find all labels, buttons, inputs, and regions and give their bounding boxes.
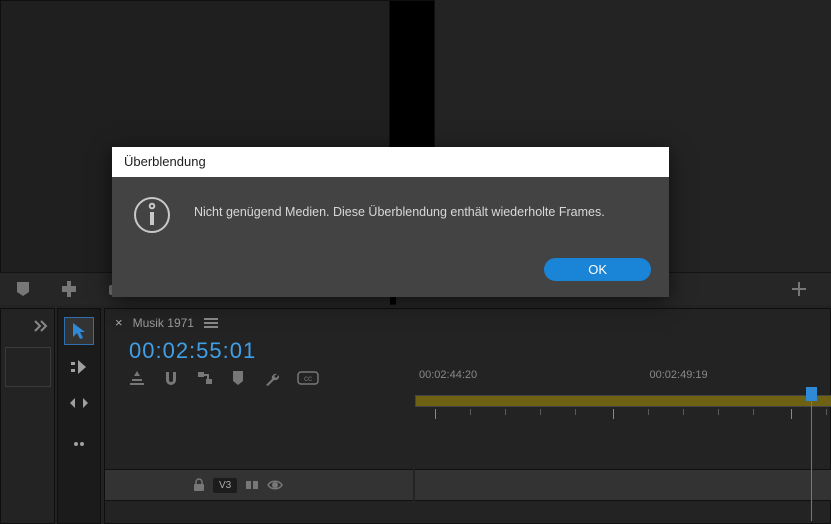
work-area-bar[interactable] (415, 395, 831, 407)
sync-lock-icon[interactable] (245, 479, 259, 491)
playhead-handle[interactable] (806, 387, 817, 401)
ok-button[interactable]: OK (544, 258, 651, 281)
lock-icon[interactable] (193, 478, 205, 492)
dialog-title: Überblendung (112, 147, 669, 177)
ruler-ticks (415, 409, 831, 425)
marker-icon[interactable] (14, 280, 32, 298)
timeline-panel: × Musik 1971 00:02:55:01 cc V3 00:02:44:… (104, 308, 831, 524)
track-header-v3[interactable]: V3 (105, 469, 413, 501)
nest-icon[interactable] (129, 370, 145, 386)
toggle-track-output-icon[interactable] (267, 479, 283, 491)
razor-tool[interactable] (64, 425, 94, 453)
sequence-tab[interactable]: × Musik 1971 (105, 309, 830, 336)
track-select-tool[interactable] (64, 353, 94, 381)
svg-text:cc: cc (304, 374, 312, 383)
settings-icon[interactable] (263, 370, 279, 386)
transition-warning-dialog: Überblendung Nicht genügend Medien. Dies… (112, 147, 669, 297)
track-lane-v3[interactable] (415, 469, 831, 501)
linked-selection-icon[interactable] (197, 370, 213, 386)
close-icon[interactable]: × (115, 315, 123, 330)
ruler-label: 00:02:49:19 (650, 369, 708, 381)
timecode-display[interactable]: 00:02:55:01 (105, 336, 830, 368)
project-panel-strip (0, 308, 55, 524)
lower-workspace: × Musik 1971 00:02:55:01 cc V3 00:02:44:… (0, 308, 831, 524)
track-name-badge: V3 (213, 478, 237, 493)
panel-menu-icon[interactable] (204, 317, 218, 329)
info-icon (132, 195, 172, 238)
tools-panel (57, 308, 101, 524)
selection-tool[interactable] (64, 317, 94, 345)
snap-icon[interactable] (163, 370, 179, 386)
insert-icon[interactable] (60, 281, 80, 297)
dialog-message: Nicht genügend Medien. Diese Überblendun… (194, 195, 605, 219)
add-marker-small-icon[interactable] (231, 370, 245, 386)
button-editor-plus-icon[interactable] (791, 281, 807, 297)
panel-thumbnail (5, 347, 51, 387)
ruler-label: 00:02:44:20 (419, 369, 477, 381)
ripple-edit-tool[interactable] (64, 389, 94, 417)
timeline-ruler[interactable]: 00:02:44:20 00:02:49:19 00:02:54:1 (415, 369, 831, 501)
captions-icon[interactable]: cc (297, 371, 319, 385)
playhead[interactable] (811, 391, 812, 521)
sequence-tab-label: Musik 1971 (133, 316, 194, 330)
chevron-right-icon[interactable] (33, 319, 49, 333)
ruler-labels: 00:02:44:20 00:02:49:19 00:02:54:1 (415, 369, 831, 381)
